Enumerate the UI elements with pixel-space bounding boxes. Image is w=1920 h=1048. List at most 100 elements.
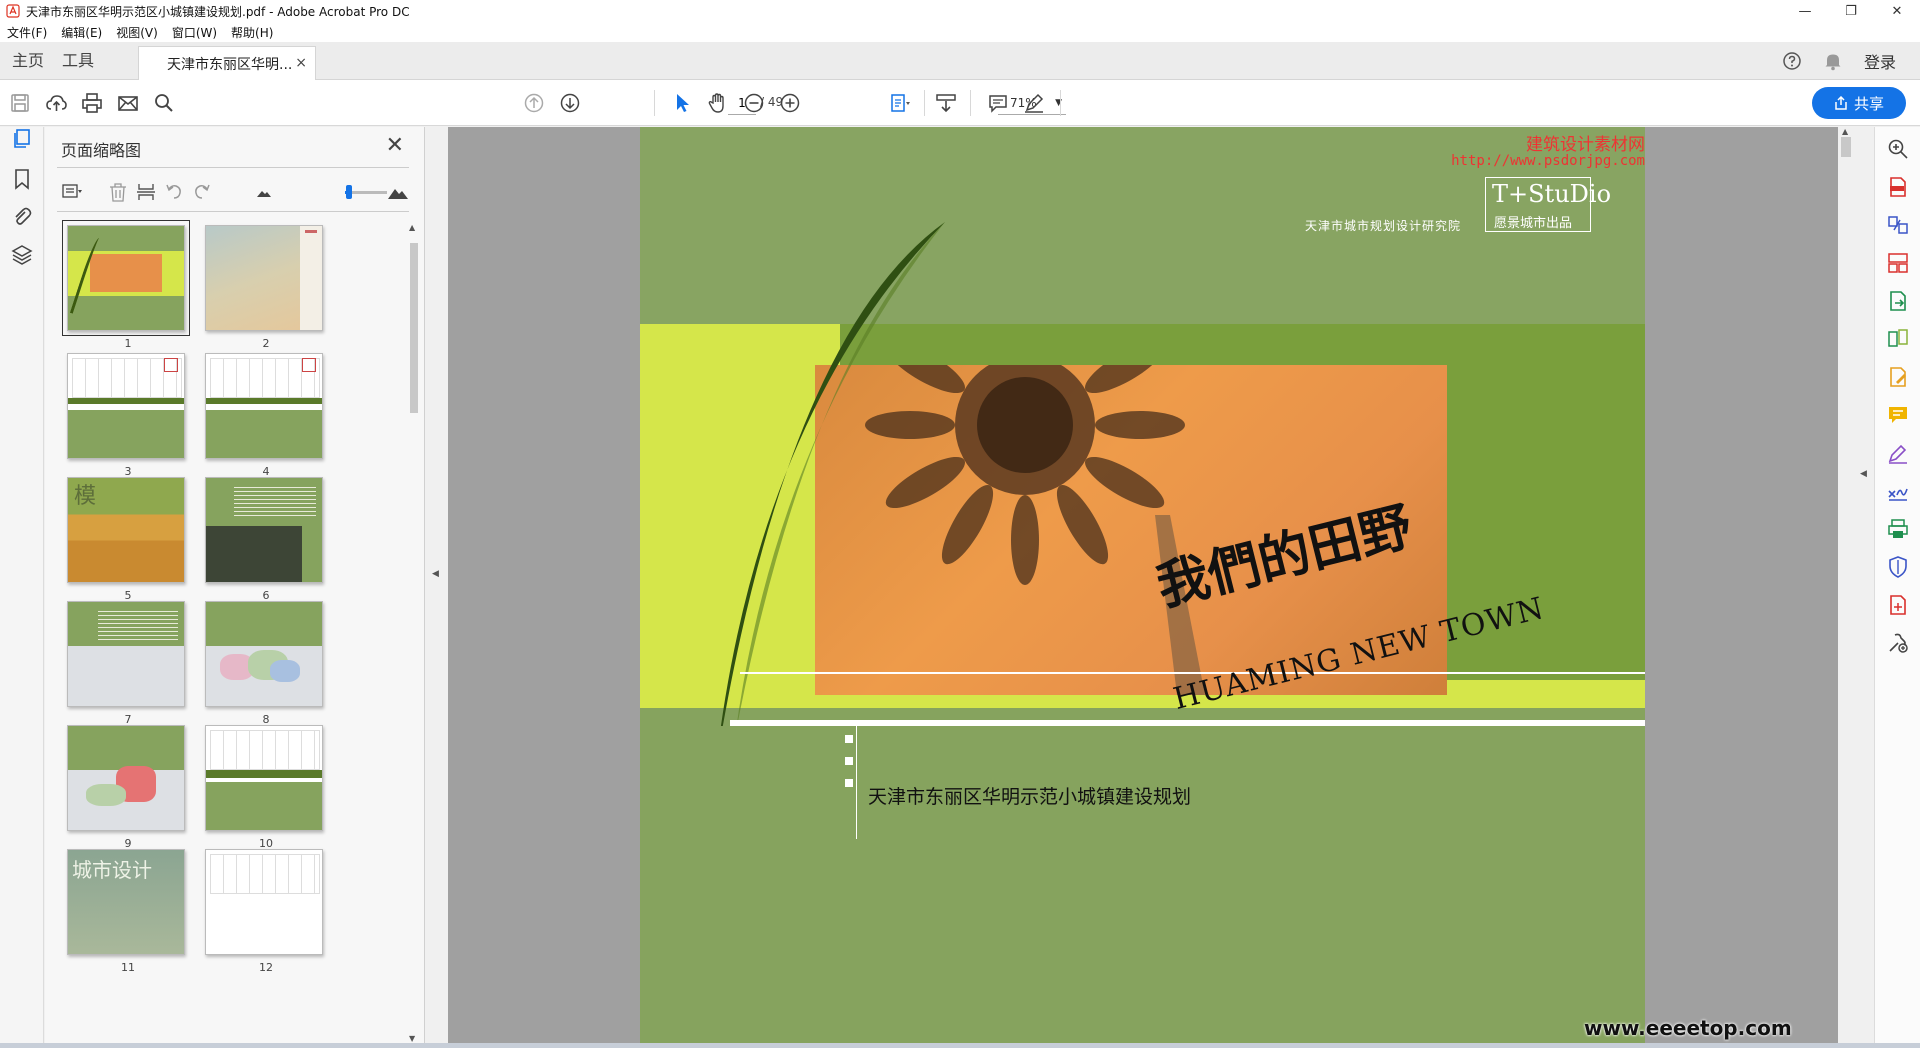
menu-file[interactable]: 文件(F)	[0, 24, 54, 41]
hand-tool-icon[interactable]	[706, 91, 730, 115]
rotate-left-icon[interactable]	[163, 181, 185, 203]
attachment-icon[interactable]	[10, 205, 34, 229]
watermark-cn: 建筑设计素材网	[1526, 135, 1645, 155]
scrollbar-thumb[interactable]	[1841, 137, 1851, 157]
tab-document[interactable]: 天津市东丽区华明... ×	[138, 46, 316, 80]
scroll-up-icon[interactable]: ▲	[1842, 127, 1848, 136]
thumbnail-page-2[interactable]: 2	[205, 225, 327, 350]
scroll-mode-icon[interactable]	[934, 91, 958, 115]
insert-page-icon[interactable]	[135, 181, 157, 203]
thumbnail-toolbar	[57, 177, 409, 207]
scrollbar-thumb[interactable]	[410, 243, 418, 413]
thumbnail-page-11[interactable]: 城市设计 11	[67, 849, 189, 974]
compare-files-icon[interactable]	[1886, 327, 1910, 351]
more-tools-icon[interactable]	[1886, 631, 1910, 655]
tab-close-icon[interactable]: ×	[295, 55, 307, 71]
protect-shield-icon[interactable]	[1886, 555, 1910, 579]
thumbnail-page-12[interactable]: 12	[205, 849, 327, 974]
thumbnail-page-9[interactable]: 9	[67, 725, 189, 850]
menu-view[interactable]: 视图(V)	[109, 24, 165, 41]
right-panel-collapse-handle[interactable]: ◀	[1854, 127, 1874, 1043]
site-watermark: www.eeeetop.com	[1584, 1016, 1792, 1040]
scroll-up-icon[interactable]: ▲	[409, 223, 415, 232]
organize-pages-icon[interactable]	[1886, 251, 1910, 275]
zoom-out-icon[interactable]	[742, 91, 766, 115]
thumbnail-number: 1	[124, 337, 132, 350]
thumbnail-page-7[interactable]: 7	[67, 601, 189, 726]
minimize-button[interactable]: —	[1782, 0, 1828, 22]
print-icon[interactable]	[80, 91, 104, 115]
menu-help[interactable]: 帮助(H)	[224, 24, 280, 41]
tab-home[interactable]: 主页	[12, 42, 44, 80]
highlight-pen-icon[interactable]	[1022, 91, 1046, 115]
next-page-icon[interactable]	[558, 91, 582, 115]
thumbnail-page-1[interactable]: 1	[62, 220, 190, 350]
fill-sign-icon[interactable]	[1886, 441, 1910, 465]
select-cursor-icon[interactable]	[670, 91, 694, 115]
thumbnail-page-10[interactable]: 10	[205, 725, 327, 850]
bottom-status-strip	[0, 1043, 1920, 1048]
thumbnail-scrollbar[interactable]: ▲ ▼	[408, 223, 420, 1043]
thumbnail-page-5[interactable]: 模 5	[67, 477, 189, 602]
print-production-icon[interactable]	[1886, 517, 1910, 541]
page-divider-line	[740, 672, 1645, 674]
email-icon[interactable]	[116, 91, 140, 115]
comment-tool-icon[interactable]	[1886, 403, 1910, 427]
layers-icon[interactable]	[10, 243, 34, 267]
collapse-right-icon[interactable]: ◀	[1860, 469, 1867, 479]
panel-divider	[57, 211, 409, 212]
share-button[interactable]: 共享	[1812, 87, 1906, 119]
upload-cloud-icon[interactable]	[44, 91, 68, 115]
scroll-down-icon[interactable]: ▼	[409, 1034, 415, 1043]
main-toolbar: / 49 71% ▼ 共享	[0, 80, 1920, 126]
zoom-in-icon[interactable]	[778, 91, 802, 115]
thumbnail-page-3[interactable]: 3	[67, 353, 189, 478]
document-scrollbar[interactable]: ▲	[1838, 127, 1854, 1043]
small-mountain-icon[interactable]	[253, 181, 275, 203]
export-pdf-icon[interactable]	[1886, 289, 1910, 313]
page-thumbnails-icon[interactable]	[10, 127, 34, 151]
previous-page-icon[interactable]	[522, 91, 546, 115]
bookmark-icon[interactable]	[10, 167, 34, 191]
title-bar: 天津市东丽区华明示范区小城镇建设规划.pdf - Adobe Acrobat P…	[0, 0, 1920, 22]
thumbnail-page-8[interactable]: 8	[205, 601, 327, 726]
zoom-search-icon[interactable]	[1886, 137, 1910, 161]
menu-bar: 文件(F) 编辑(E) 视图(V) 窗口(W) 帮助(H)	[0, 22, 1920, 42]
toolbar-divider	[924, 90, 925, 116]
edit-pdf-icon[interactable]	[1886, 365, 1910, 389]
close-window-button[interactable]: ✕	[1874, 0, 1920, 22]
save-icon[interactable]	[8, 91, 32, 115]
panel-divider	[57, 167, 409, 168]
watermark-url: http://www.psdorjpg.com	[1451, 153, 1645, 169]
thumbnail-size-slider[interactable]	[345, 185, 387, 199]
thumbnail-text: 模	[74, 484, 97, 509]
search-icon[interactable]	[152, 91, 176, 115]
options-menu-icon[interactable]	[61, 181, 83, 203]
collapse-left-icon[interactable]: ◀	[432, 569, 439, 579]
panel-close-icon[interactable]: ✕	[386, 133, 404, 158]
help-icon[interactable]	[1782, 51, 1802, 71]
slider-knob[interactable]	[346, 185, 353, 199]
combine-files-icon[interactable]	[1886, 213, 1910, 237]
left-panel-collapse-handle[interactable]: ◀	[426, 127, 448, 1043]
document-viewport[interactable]: ◀ 建筑设计素材网 http://www.psdorjpg.com T+StuD…	[426, 127, 1874, 1043]
comment-icon[interactable]	[986, 91, 1010, 115]
share-label: 共享	[1853, 94, 1884, 113]
thumbnail-page-4[interactable]: 4	[205, 353, 327, 478]
delete-page-icon[interactable]	[107, 181, 129, 203]
fit-page-icon[interactable]	[888, 91, 912, 115]
maximize-button[interactable]: ❐	[1828, 0, 1874, 22]
optimize-pdf-icon[interactable]	[1886, 593, 1910, 617]
thumbnail-list: 1 2 3 4 模 5 6 7 8 9 10 城市设计 11 12	[57, 215, 409, 1041]
menu-edit[interactable]: 编辑(E)	[54, 24, 109, 41]
thumbnail-page-6[interactable]: 6	[205, 477, 327, 602]
left-navigation-rail	[0, 127, 44, 1043]
login-link[interactable]: 登录	[1864, 49, 1896, 73]
create-pdf-icon[interactable]	[1886, 175, 1910, 199]
rotate-right-icon[interactable]	[191, 181, 213, 203]
large-mountain-icon[interactable]	[387, 181, 409, 203]
send-for-signature-icon[interactable]	[1886, 479, 1910, 503]
tab-tools[interactable]: 工具	[62, 42, 94, 80]
menu-window[interactable]: 窗口(W)	[165, 24, 224, 41]
bell-icon[interactable]	[1824, 51, 1842, 71]
